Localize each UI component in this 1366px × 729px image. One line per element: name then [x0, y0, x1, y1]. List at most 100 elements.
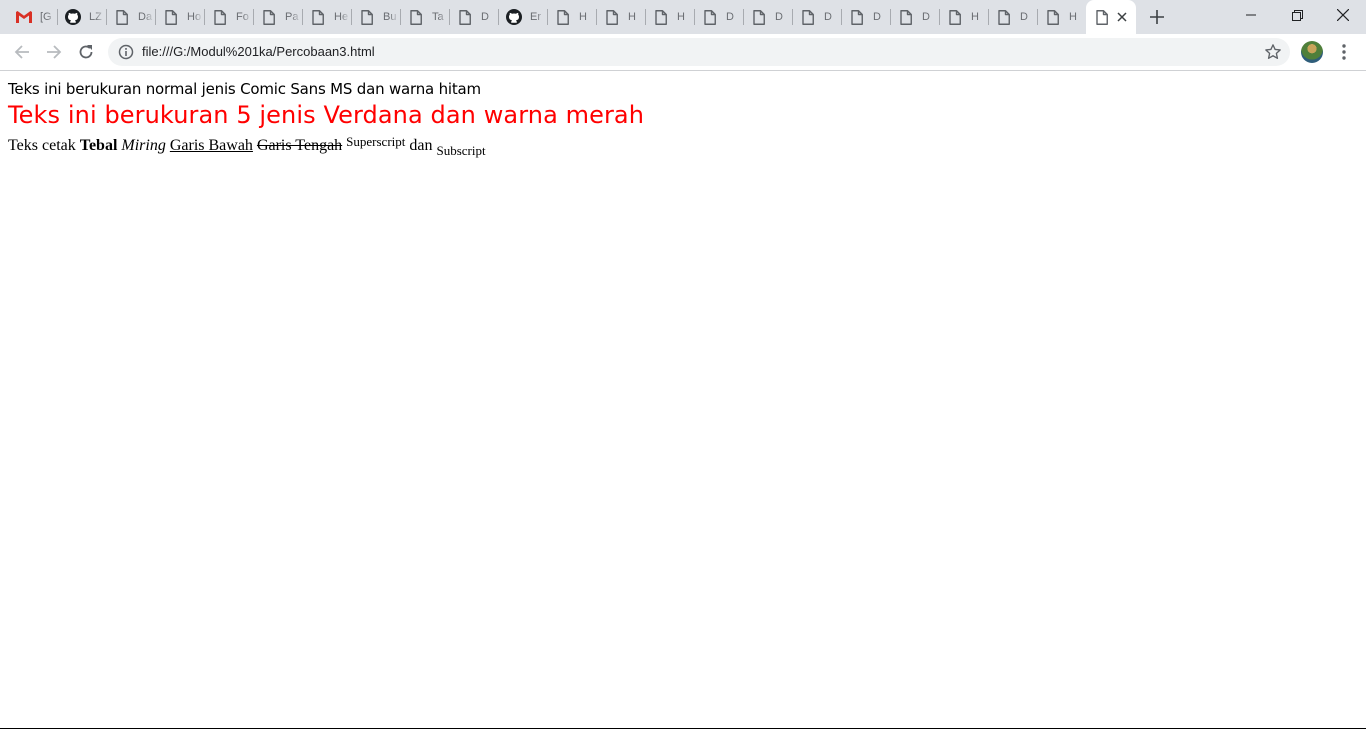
browser-tab[interactable]: [G: [8, 0, 57, 34]
tab-title: H: [677, 11, 685, 23]
tab-title: H: [971, 11, 979, 23]
superscript-text: Superscript: [346, 134, 406, 149]
browser-tab[interactable]: H: [596, 0, 645, 34]
file-icon: [702, 9, 718, 25]
file-icon: [555, 9, 571, 25]
file-icon: [408, 9, 424, 25]
restore-button[interactable]: [1274, 0, 1320, 30]
file-icon: [163, 9, 179, 25]
profile-avatar[interactable]: [1301, 41, 1323, 63]
tab-title: Da: [138, 11, 153, 23]
browser-tab[interactable]: LZ: [57, 0, 106, 34]
file-icon: [849, 9, 865, 25]
reload-icon: [79, 45, 93, 59]
file-icon: [359, 9, 375, 25]
tab-title: D: [824, 11, 832, 23]
file-icon: [996, 9, 1012, 25]
menu-button[interactable]: [1332, 38, 1356, 66]
tab-title: [G: [40, 11, 52, 23]
tab-title: He: [334, 11, 349, 23]
bookmark-star-icon[interactable]: [1264, 43, 1282, 61]
tab-title: D: [481, 11, 489, 23]
browser-tab[interactable]: Bu: [351, 0, 400, 34]
file-icon: [457, 9, 473, 25]
tab-title: Ho: [187, 11, 202, 23]
file-icon: [261, 9, 277, 25]
strikethrough-text: Garis Tengah: [256, 137, 343, 154]
forward-arrow-icon: [47, 45, 62, 59]
browser-tab[interactable]: D: [841, 0, 890, 34]
bold-text: Tebal: [79, 137, 118, 154]
tab-title: D: [726, 11, 734, 23]
file-icon: [653, 9, 669, 25]
tab-close-icon[interactable]: [1116, 11, 1128, 23]
tab-title: H: [628, 11, 636, 23]
browser-tab[interactable]: D: [743, 0, 792, 34]
back-button[interactable]: [8, 38, 36, 66]
minimize-button[interactable]: [1228, 0, 1274, 30]
file-icon: [1094, 9, 1110, 25]
address-bar[interactable]: file:///G:/Modul%201ka/Percobaan3.html: [108, 38, 1290, 66]
more-vert-icon: [1342, 44, 1346, 60]
browser-tab[interactable]: D: [694, 0, 743, 34]
browser-tab[interactable]: Ho: [155, 0, 204, 34]
browser-tab[interactable]: He: [302, 0, 351, 34]
page-content: Teks ini berukuran normal jenis Comic Sa…: [8, 71, 1366, 728]
file-icon: [800, 9, 816, 25]
browser-tab[interactable]: Da: [106, 0, 155, 34]
file-icon: [751, 9, 767, 25]
url-text: file:///G:/Modul%201ka/Percobaan3.html: [142, 44, 375, 59]
file-icon: [114, 9, 130, 25]
browser-tab[interactable]: H: [645, 0, 694, 34]
tab-title: Pa: [285, 11, 299, 23]
close-icon: [1337, 9, 1349, 21]
new-tab-button[interactable]: [1142, 0, 1172, 34]
browser-tab[interactable]: D: [890, 0, 939, 34]
gmail-icon: [16, 9, 32, 25]
tab-title: D: [922, 11, 930, 23]
tab-title: H: [1069, 11, 1077, 23]
browser-tab[interactable]: Er: [498, 0, 547, 34]
tab-title: LZ: [89, 11, 102, 23]
plus-icon: [1150, 10, 1164, 24]
browser-toolbar: file:///G:/Modul%201ka/Percobaan3.html: [0, 34, 1366, 71]
browser-tab[interactable]: Fo: [204, 0, 253, 34]
file-icon: [310, 9, 326, 25]
tab-title: D: [775, 11, 783, 23]
comic-sans-text: Teks ini berukuran normal jenis Comic Sa…: [8, 80, 481, 98]
browser-tab[interactable]: Ta: [400, 0, 449, 34]
italic-text: Miring: [121, 137, 166, 154]
reload-button[interactable]: [72, 38, 100, 66]
browser-tab[interactable]: H: [547, 0, 596, 34]
back-arrow-icon: [14, 45, 29, 59]
browser-tab[interactable]: D: [792, 0, 841, 34]
close-window-button[interactable]: [1320, 0, 1366, 30]
info-icon: [118, 44, 134, 60]
browser-tab[interactable]: H: [939, 0, 988, 34]
file-icon: [604, 9, 620, 25]
browser-tab[interactable]: D: [988, 0, 1037, 34]
minimize-icon: [1246, 14, 1256, 16]
github-icon: [506, 9, 522, 25]
tab-title: Ta: [432, 11, 444, 23]
file-icon: [898, 9, 914, 25]
browser-tab[interactable]: H: [1037, 0, 1086, 34]
forward-button[interactable]: [40, 38, 68, 66]
github-icon: [65, 9, 81, 25]
underline-text: Garis Bawah: [169, 137, 253, 154]
tab-title: Er: [530, 11, 541, 23]
active-browser-tab[interactable]: [1086, 0, 1136, 34]
tab-list: [G LZ Da Ho Fo Pa He Bu Ta D Er H H H D D D D D H D H: [8, 0, 1172, 34]
browser-tab[interactable]: D: [449, 0, 498, 34]
tab-title: H: [579, 11, 587, 23]
formatting-line: Teks cetak Tebal Miring Garis Bawah Gari…: [8, 134, 486, 159]
tab-title: Bu: [383, 11, 397, 23]
subscript-text: Subscript: [436, 143, 486, 158]
browser-tab[interactable]: Pa: [253, 0, 302, 34]
tab-title: Fo: [236, 11, 249, 23]
tab-title: D: [1020, 11, 1028, 23]
verdana-red-text: Teks ini berukuran 5 jenis Verdana dan w…: [8, 101, 645, 129]
file-icon: [1045, 9, 1061, 25]
window-controls: [1228, 0, 1366, 34]
tab-title: D: [873, 11, 881, 23]
